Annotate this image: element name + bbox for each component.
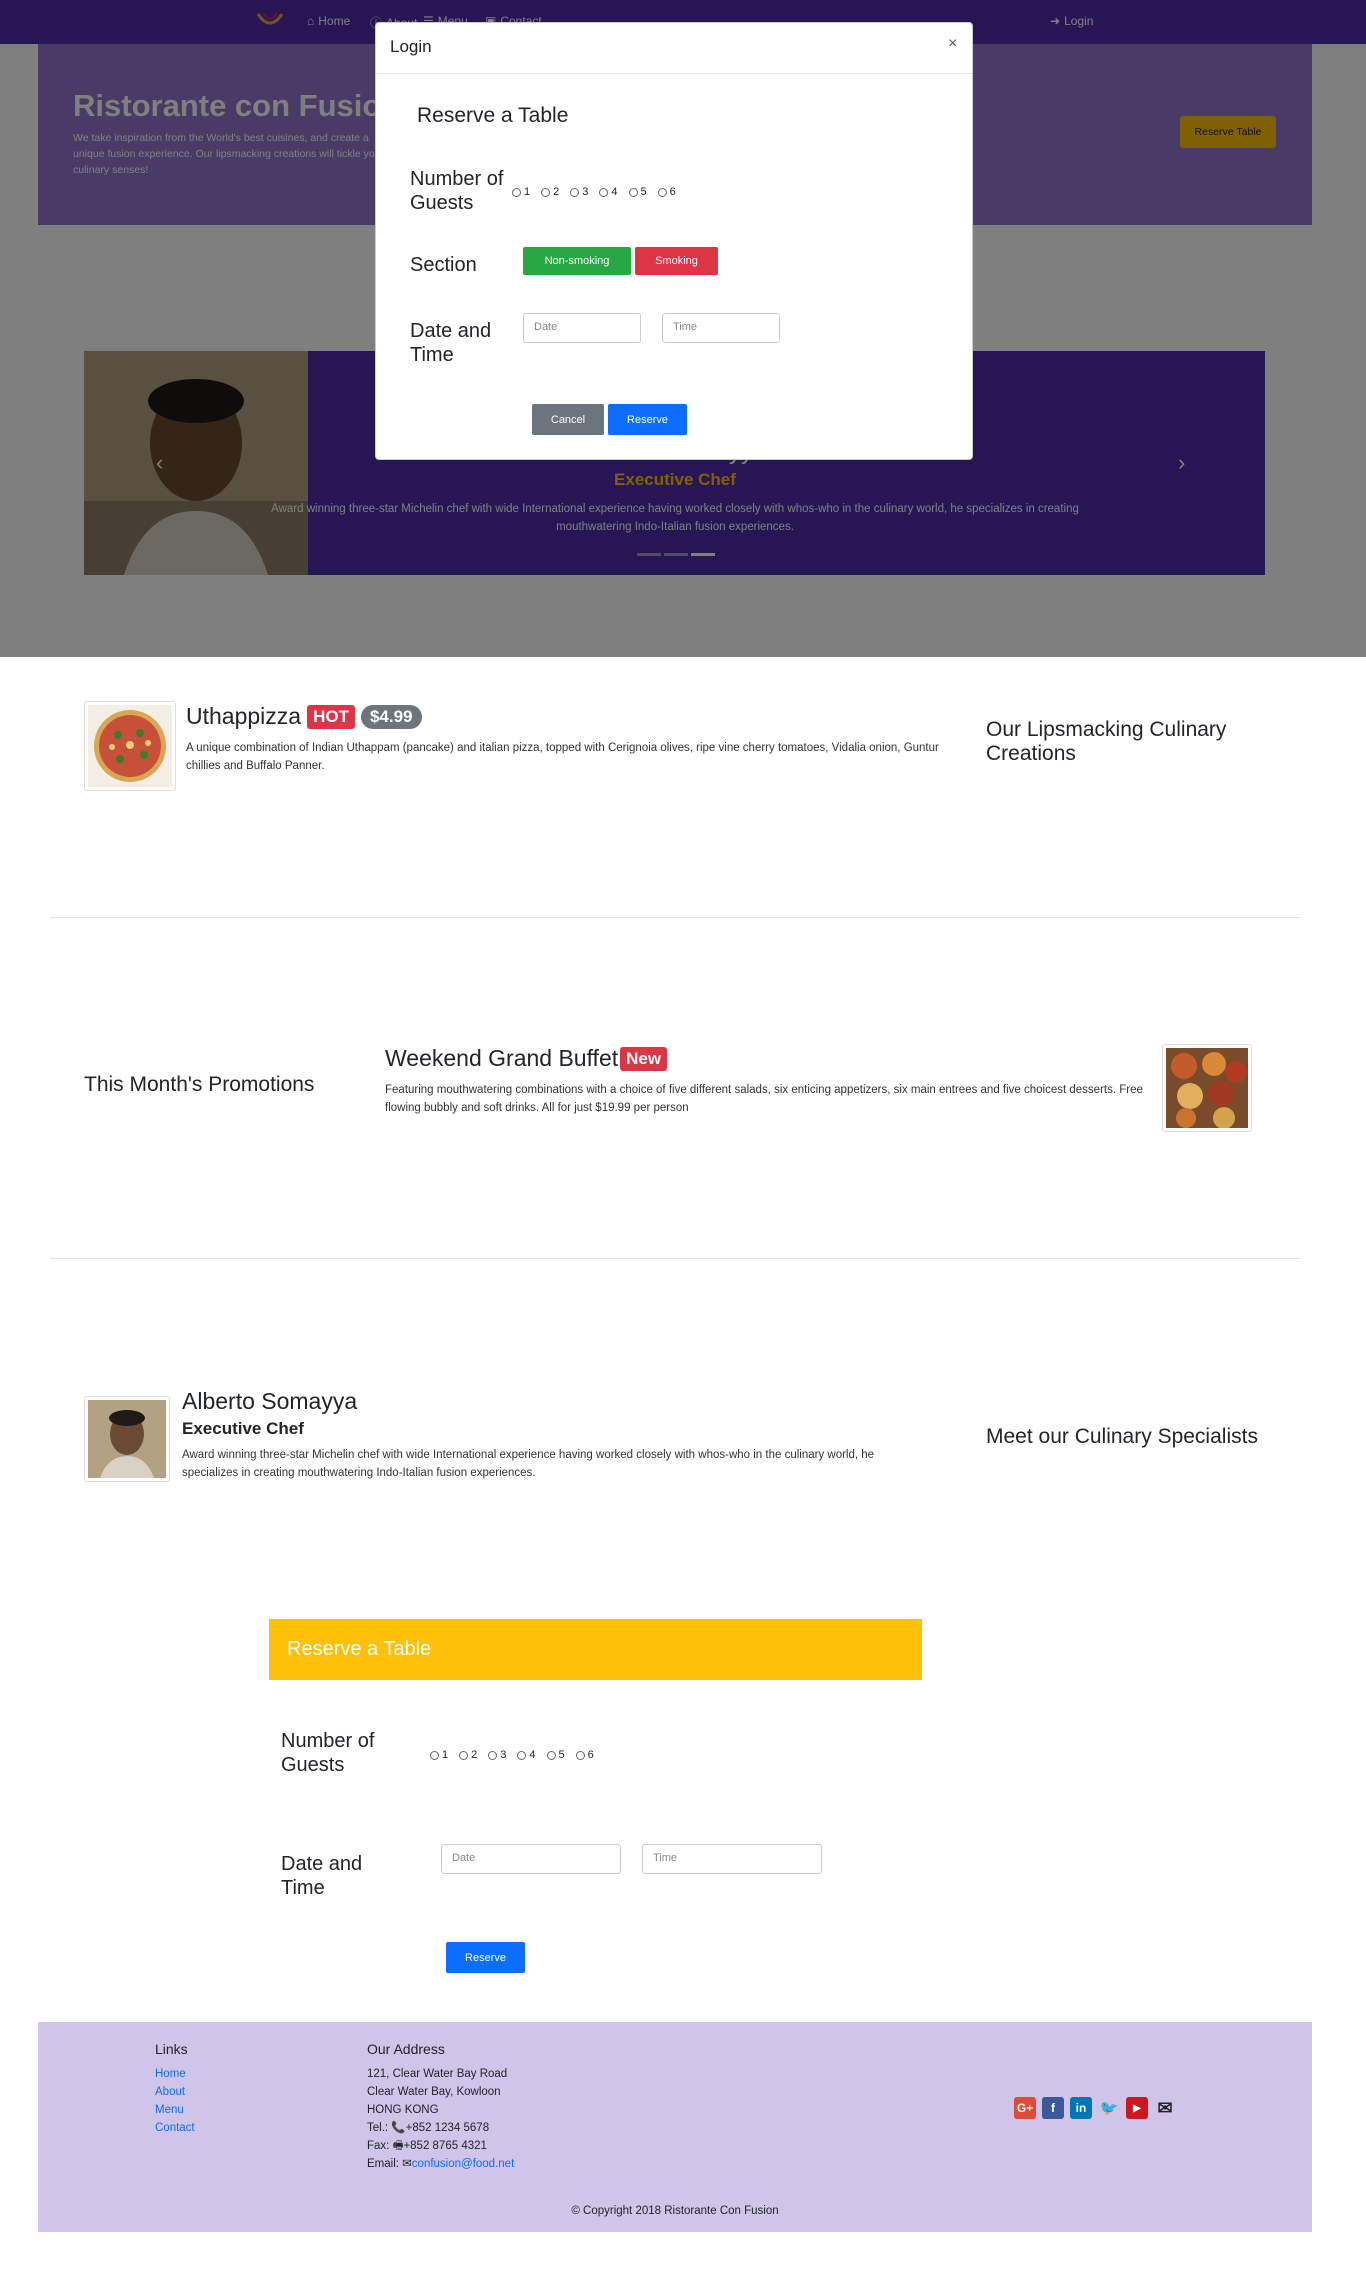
- google-plus-icon[interactable]: G+: [1014, 2097, 1036, 2119]
- reserve-heading: Reserve a Table: [287, 1638, 432, 1660]
- reserve-date-input[interactable]: Date: [441, 1844, 621, 1874]
- leader-section-heading: Meet our Culinary Specialists: [986, 1425, 1258, 1448]
- modal-reserve-button[interactable]: Reserve: [608, 404, 687, 435]
- footer-email: Email: ✉confusion@food.net: [367, 2155, 514, 2173]
- reserve-time-input[interactable]: Time: [642, 1844, 822, 1874]
- reserve-guest-radio-4[interactable]: 4: [517, 1749, 536, 1761]
- envelope-icon[interactable]: ✉: [1154, 2097, 1176, 2119]
- footer-link-home[interactable]: Home: [155, 2065, 195, 2083]
- modal-guest-radio-5[interactable]: 5: [628, 186, 647, 198]
- leader-description: Award winning three-star Michelin chef w…: [182, 1449, 875, 1479]
- footer-address-heading: Our Address: [367, 2041, 445, 2057]
- promotion-thumbnail: [1162, 1044, 1252, 1132]
- reserve-datetime-label: Date and Time: [281, 1853, 363, 1899]
- smoking-button[interactable]: Smoking: [635, 247, 718, 275]
- leader-thumbnail: [84, 1396, 170, 1482]
- modal-time-input[interactable]: Time: [662, 313, 780, 343]
- reserve-guest-radio-6[interactable]: 6: [575, 1749, 594, 1761]
- address-line: 121, Clear Water Bay Road: [367, 2068, 508, 2080]
- address-line: HONG KONG: [367, 2104, 439, 2116]
- youtube-icon[interactable]: ▶: [1126, 2097, 1148, 2119]
- footer-link-about[interactable]: About: [155, 2083, 195, 2101]
- reserve-submit-button[interactable]: Reserve: [446, 1942, 525, 1973]
- footer-address-block: 121, Clear Water Bay Road Clear Water Ba…: [367, 2065, 514, 2173]
- leader-name: Alberto Somayya: [182, 1388, 358, 1414]
- dish-description: A unique combination of Indian Uthappam …: [186, 742, 939, 772]
- modal-guests-radio-group: 1 2 3 4 5 6: [512, 186, 687, 198]
- leader-role: Executive Chef: [182, 1419, 304, 1438]
- footer: [38, 2022, 1312, 2232]
- modal-guest-radio-1[interactable]: 1: [512, 186, 530, 198]
- facebook-icon[interactable]: f: [1042, 2097, 1064, 2119]
- dish-title: Uthappizza: [186, 703, 302, 729]
- footer-fax: Fax: 🖷+852 8765 4321: [367, 2137, 514, 2155]
- email-label: Email:: [367, 2158, 399, 2170]
- footer-links-list: Home About Menu Contact: [155, 2065, 195, 2137]
- modal-datetime-label: Date and Time: [410, 320, 492, 366]
- social-icons: G+ f in 🐦 ▶ ✉: [1014, 2097, 1176, 2119]
- dish-section-heading: Our Lipsmacking Culinary Creations: [986, 718, 1227, 765]
- modal-guest-radio-6[interactable]: 6: [657, 186, 676, 198]
- non-smoking-button[interactable]: Non-smoking: [523, 247, 631, 275]
- promotion-description: Featuring mouthwatering combinations wit…: [385, 1084, 1143, 1114]
- promotion-title-row: Weekend Grand Buffet New: [385, 1045, 668, 1072]
- twitter-icon[interactable]: 🐦: [1098, 2097, 1120, 2119]
- modal-guest-radio-4[interactable]: 4: [599, 186, 618, 198]
- new-badge: New: [620, 1046, 668, 1071]
- footer-link-menu[interactable]: Menu: [155, 2101, 195, 2119]
- modal-guests-label: Number of Guests: [410, 168, 504, 214]
- phone-icon: 📞: [391, 2122, 406, 2134]
- promotion-section-heading: This Month's Promotions: [84, 1073, 315, 1096]
- promotion-title: Weekend Grand Buffet: [385, 1045, 619, 1071]
- modal-date-input[interactable]: Date: [523, 313, 641, 343]
- tel-value: +852 1234 5678: [405, 2122, 490, 2134]
- dish-thumbnail: [84, 701, 176, 791]
- footer-tel: Tel.: 📞+852 1234 5678: [367, 2119, 514, 2137]
- divider: [50, 1258, 1301, 1259]
- linkedin-icon[interactable]: in: [1070, 2097, 1092, 2119]
- footer-links-heading: Links: [155, 2041, 188, 2057]
- modal-section-label: Section: [410, 254, 477, 276]
- hot-badge: HOT: [307, 704, 355, 729]
- email-link[interactable]: confusion@food.net: [412, 2158, 514, 2170]
- login-modal: Login × Reserve a Table Number of Guests…: [375, 22, 973, 460]
- footer-link-contact[interactable]: Contact: [155, 2119, 195, 2137]
- divider: [50, 917, 1301, 918]
- reserve-guest-radio-2[interactable]: 2: [459, 1749, 477, 1761]
- reserve-guests-label: Number of Guests: [281, 1730, 375, 1776]
- modal-title: Login: [390, 37, 432, 56]
- dish-title-row: Uthappizza HOT $4.99: [186, 703, 422, 730]
- tel-label: Tel.:: [367, 2122, 389, 2134]
- modal-header: [376, 23, 972, 74]
- fax-value: +852 8765 4321: [403, 2140, 487, 2152]
- reserve-guest-radio-3[interactable]: 3: [488, 1749, 506, 1761]
- reserve-guests-radio-group: 1 2 3 4 5 6: [430, 1749, 605, 1761]
- close-icon[interactable]: ×: [948, 35, 957, 53]
- reserve-guest-radio-5[interactable]: 5: [546, 1749, 565, 1761]
- cancel-button[interactable]: Cancel: [532, 404, 604, 435]
- copyright: © Copyright 2018 Ristorante Con Fusion: [571, 2205, 779, 2217]
- modal-guest-radio-3[interactable]: 3: [570, 186, 588, 198]
- address-line: Clear Water Bay, Kowloon: [367, 2086, 501, 2098]
- modal-guest-radio-2[interactable]: 2: [541, 186, 559, 198]
- reserve-guest-radio-1[interactable]: 1: [430, 1749, 448, 1761]
- fax-icon: 🖷: [392, 2140, 404, 2152]
- modal-form-heading: Reserve a Table: [417, 104, 569, 127]
- envelope-icon: ✉: [402, 2158, 412, 2170]
- fax-label: Fax:: [367, 2140, 390, 2152]
- price-badge: $4.99: [360, 704, 422, 729]
